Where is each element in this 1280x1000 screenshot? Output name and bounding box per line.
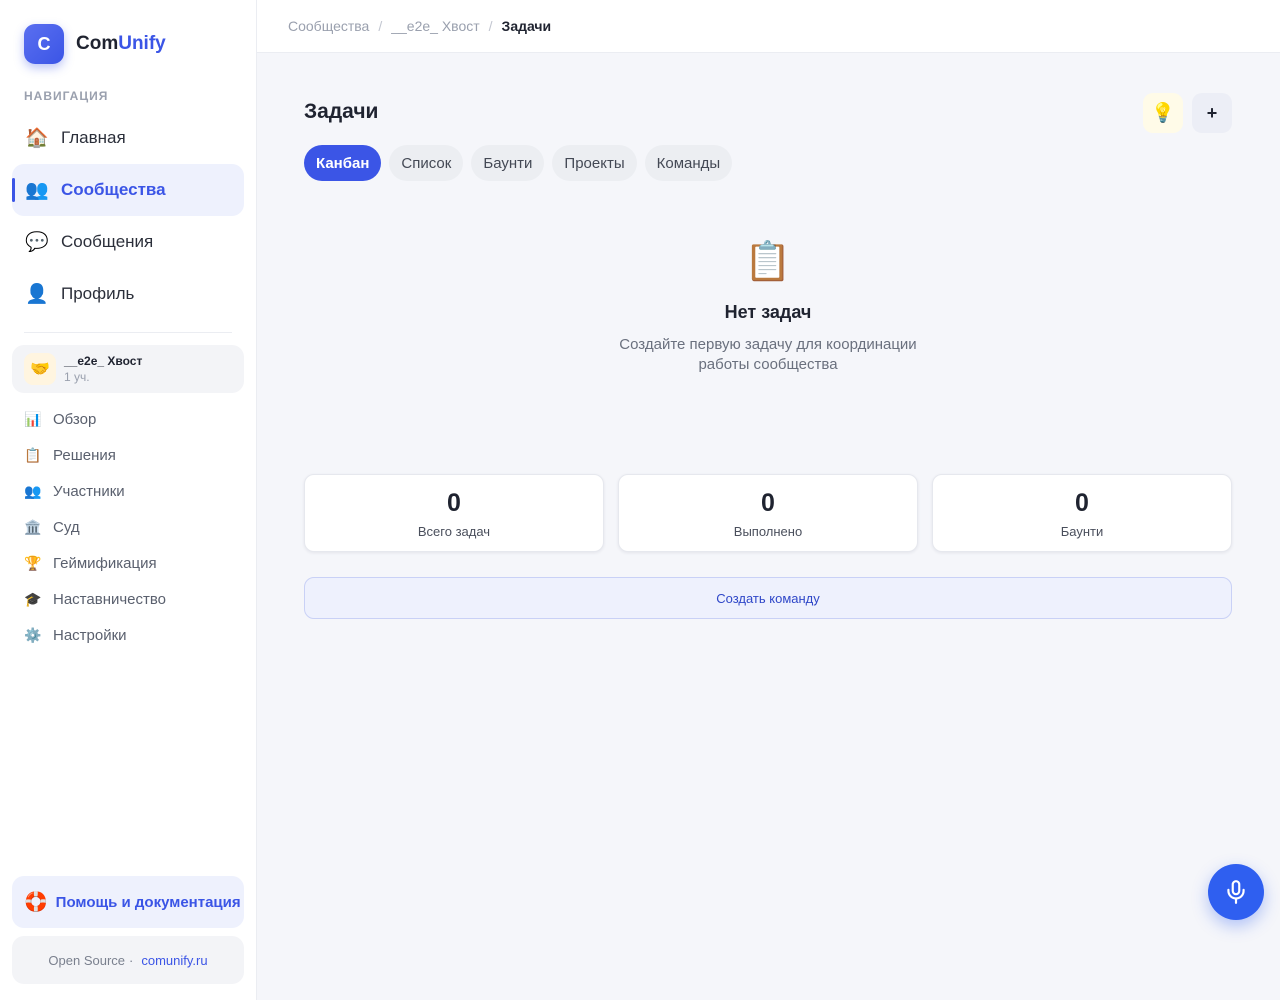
nav-item-profile[interactable]: 👤 Профиль [12, 268, 244, 320]
stat-label: Баунти [1060, 524, 1104, 539]
speech-bubble-icon: 💬 [25, 232, 49, 253]
community-nav-decisions[interactable]: 📋 Решения [24, 437, 244, 473]
task-stats: 0 Всего задач 0 Выполнено 0 Баунти [304, 474, 1232, 552]
nav-divider [24, 332, 232, 333]
community-name: __e2e_ Хвост [64, 354, 143, 368]
community-nav-label: Настройки [53, 626, 127, 644]
empty-state-description: Создайте первую задачу для координации р… [619, 336, 917, 373]
stat-value: 0 [447, 489, 461, 517]
community-nav-label: Наставничество [53, 590, 167, 608]
help-docs-button[interactable]: 🛟 Помощь и документация [12, 876, 244, 928]
users-icon: 👥 [24, 482, 42, 499]
brand-logo: C [24, 24, 64, 64]
breadcrumb-communities[interactable]: Сообщества [288, 18, 369, 34]
community-nav-settings[interactable]: ⚙️ Настройки [24, 617, 244, 653]
page-title: Задачи [304, 100, 379, 123]
stat-card-completed: 0 Выполнено [618, 474, 918, 552]
breadcrumb-separator: / [488, 18, 493, 34]
stat-label: Выполнено [733, 524, 803, 539]
footer-text: Open Source [48, 952, 126, 968]
current-community-card[interactable]: 🤝 __e2e_ Хвост 1 уч. [12, 345, 244, 393]
community-nav-label: Обзор [53, 410, 97, 428]
tab-kanban[interactable]: Канбан [304, 145, 382, 181]
brand-name: ComUnify [76, 33, 166, 55]
community-nav-label: Участники [53, 482, 125, 500]
empty-state: 📋 Нет задач Создайте первую задачу для к… [568, 240, 968, 375]
tab-list[interactable]: Список [389, 145, 464, 181]
community-info: __e2e_ Хвост 1 уч. [64, 354, 142, 384]
community-members-count: 1 уч. [64, 370, 90, 384]
stat-card-total: 0 Всего задач [304, 474, 604, 552]
community-nav-members[interactable]: 👥 Участники [24, 473, 244, 509]
nav-item-label: Сообщения [61, 232, 154, 251]
tab-bounty[interactable]: Баунти [471, 145, 545, 181]
help-docs-label: Помощь и документация [55, 893, 241, 911]
stat-value: 0 [1075, 489, 1089, 517]
stat-label: Всего задач [417, 524, 491, 539]
footer-card: Open Source · comunify.ru [12, 936, 244, 984]
clipboard-icon: 📋 [744, 241, 792, 283]
breadcrumb-community[interactable]: __e2e_ Хвост [391, 18, 479, 34]
view-tabs: Канбан Список Баунти Проекты Команды [304, 145, 740, 181]
footer-link[interactable]: comunify.ru [141, 953, 207, 968]
brand[interactable]: C ComUnify [24, 24, 166, 64]
footer-separator: · [129, 952, 134, 968]
community-nav-court[interactable]: 🏛️ Суд [24, 509, 244, 545]
community-nav-overview[interactable]: 📊 Обзор [24, 401, 244, 437]
create-team-button[interactable]: Создать команду [304, 577, 1232, 619]
tab-teams[interactable]: Команды [644, 145, 733, 181]
brand-name-part1: Com [76, 33, 119, 54]
courthouse-icon: 🏛️ [24, 518, 42, 535]
home-icon: 🏠 [25, 128, 49, 149]
stat-value: 0 [761, 489, 775, 517]
nav-item-messages[interactable]: 💬 Сообщения [12, 216, 244, 268]
graduation-cap-icon: 🎓 [24, 590, 42, 607]
empty-state-title: Нет задач [724, 302, 812, 322]
community-nav-label: Решения [53, 446, 116, 464]
handshake-icon: 🤝 [24, 353, 56, 385]
community-nav-mentorship[interactable]: 🎓 Наставничество [24, 581, 244, 617]
community-nav-label: Суд [53, 518, 80, 536]
stat-card-bounty: 0 Баунти [932, 474, 1232, 552]
nav-item-home[interactable]: 🏠 Главная [12, 112, 244, 164]
nav-item-label: Главная [61, 128, 126, 147]
community-nav-label: Геймификация [53, 554, 157, 572]
lightbulb-icon[interactable]: 💡 [1143, 93, 1183, 133]
gear-icon: ⚙️ [24, 626, 42, 643]
trophy-icon: 🏆 [24, 554, 42, 571]
microphone-icon [1227, 880, 1245, 904]
breadcrumb-current: Задачи [501, 18, 552, 34]
nav-item-label: Профиль [61, 284, 135, 303]
main-nav: 🏠 Главная 👥 Сообщества 💬 Сообщения 👤 Про… [12, 112, 244, 320]
community-nav: 📊 Обзор 📋 Решения 👥 Участники 🏛️ Суд 🏆 Г… [24, 401, 244, 653]
add-task-button[interactable]: + [1192, 93, 1232, 133]
users-icon: 👥 [25, 180, 49, 201]
community-nav-gamification[interactable]: 🏆 Геймификация [24, 545, 244, 581]
clipboard-icon: 📋 [24, 446, 42, 463]
nav-heading: НАВИГАЦИЯ [24, 89, 109, 103]
voice-input-button[interactable] [1208, 864, 1264, 920]
sidebar: C ComUnify НАВИГАЦИЯ 🏠 Главная 👥 Сообщес… [0, 0, 257, 1000]
nav-item-communities[interactable]: 👥 Сообщества [12, 164, 244, 216]
breadcrumb-separator: / [378, 18, 383, 34]
lifebuoy-icon: 🛟 [24, 892, 48, 913]
breadcrumb: Сообщества / __e2e_ Хвост / Задачи [257, 0, 1280, 53]
user-icon: 👤 [25, 284, 49, 305]
nav-item-label: Сообщества [61, 180, 166, 199]
bar-chart-icon: 📊 [24, 410, 42, 427]
tab-projects[interactable]: Проекты [552, 145, 637, 181]
brand-name-part2: Unify [118, 33, 166, 54]
